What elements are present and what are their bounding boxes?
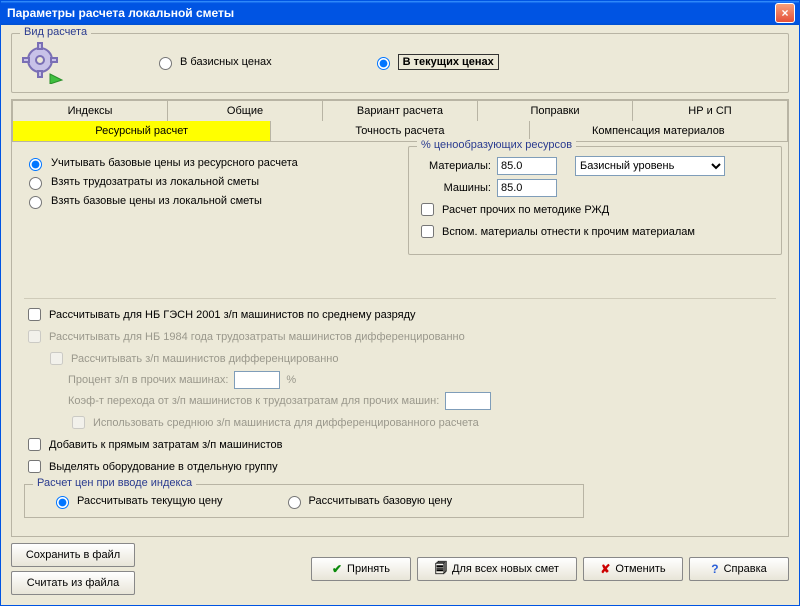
check-gesn2001-label: Рассчитывать для НБ ГЭСН 2001 з/п машини… bbox=[49, 309, 416, 321]
check-nb1984: Рассчитывать для НБ 1984 года трудозатра… bbox=[24, 327, 776, 346]
check-icon: ✔ bbox=[332, 562, 342, 576]
window-title: Параметры расчета локальной сметы bbox=[7, 6, 775, 20]
radio-base-from-estimate-input[interactable] bbox=[29, 196, 42, 209]
check-vspom[interactable]: Вспом. материалы отнести к прочим матери… bbox=[417, 222, 773, 241]
tab-compensation[interactable]: Компенсация материалов bbox=[530, 121, 788, 141]
accept-button[interactable]: ✔Принять bbox=[311, 557, 411, 581]
tab-nr-sp[interactable]: НР и СП bbox=[633, 100, 788, 121]
check-nb1984-input bbox=[28, 330, 41, 343]
copy-icon: 🗐 bbox=[435, 559, 447, 580]
check-gesn2001[interactable]: Рассчитывать для НБ ГЭСН 2001 з/п машини… bbox=[24, 305, 776, 324]
dialog-window: Параметры расчета локальной сметы × Вид … bbox=[0, 0, 800, 606]
radio-basic-input[interactable] bbox=[159, 57, 172, 70]
check-vspom-label: Вспом. материалы отнести к прочим матери… bbox=[442, 226, 695, 238]
check-separate-equipment-label: Выделять оборудование в отдельную группу bbox=[49, 461, 278, 473]
machines-label: Машины: bbox=[417, 182, 491, 194]
price-index-legend: Расчет цен при вводе индекса bbox=[33, 477, 196, 489]
radio-base-from-estimate[interactable]: Взять базовые цены из локальной сметы bbox=[24, 193, 404, 209]
check-diff-zp-label: Рассчитывать з/п машинистов дифференциро… bbox=[71, 353, 339, 365]
radio-basic-label: В базисных ценах bbox=[180, 56, 272, 68]
base-price-radios: Учитывать базовые цены из ресурсного рас… bbox=[24, 155, 404, 209]
radio-current-input[interactable] bbox=[377, 57, 390, 70]
radio-base-from-resource-input[interactable] bbox=[29, 158, 42, 171]
radio-labor-from-estimate-label: Взять трудозатраты из локальной сметы bbox=[51, 176, 259, 188]
materials-label: Материалы: bbox=[417, 160, 491, 172]
tab-row-1: Индексы Общие Вариант расчета Поправки Н… bbox=[12, 100, 788, 121]
gear-icon bbox=[20, 40, 64, 84]
tab-resource-calc[interactable]: Ресурсный расчет bbox=[12, 121, 271, 141]
radio-basic-prices[interactable]: В базисных ценах bbox=[154, 54, 272, 70]
cross-icon: ✘ bbox=[600, 562, 610, 576]
check-rzhd[interactable]: Расчет прочих по методике РЖД bbox=[417, 200, 773, 219]
file-buttons: Сохранить в файл Считать из файла bbox=[11, 543, 135, 595]
radio-calc-base[interactable]: Рассчитывать базовую цену bbox=[283, 493, 453, 509]
check-avg-zp-label: Использовать среднюю з/п машиниста для д… bbox=[93, 417, 479, 429]
radio-calc-base-input[interactable] bbox=[288, 496, 301, 509]
check-diff-zp: Рассчитывать з/п машинистов дифференциро… bbox=[46, 349, 776, 368]
pct-legend: % ценообразующих ресурсов bbox=[417, 139, 576, 151]
radio-base-from-resource[interactable]: Учитывать базовые цены из ресурсного рас… bbox=[24, 155, 404, 171]
check-nb1984-label: Рассчитывать для НБ 1984 года трудозатра… bbox=[49, 331, 465, 343]
radio-calc-current[interactable]: Рассчитывать текущую цену bbox=[51, 493, 223, 509]
check-diff-zp-input bbox=[50, 352, 63, 365]
radio-calc-current-label: Рассчитывать текущую цену bbox=[77, 495, 223, 507]
check-add-direct[interactable]: Добавить к прямым затратам з/п машинисто… bbox=[24, 435, 776, 454]
check-avg-zp: Использовать среднюю з/п машиниста для д… bbox=[68, 413, 776, 432]
coef-label: Коэф-т перехода от з/п машинистов к труд… bbox=[68, 395, 439, 407]
calc-type-group: Вид расчета В базисных ц bbox=[11, 33, 789, 93]
radio-calc-base-label: Рассчитывать базовую цену bbox=[309, 495, 453, 507]
level-select[interactable]: Базисный уровень bbox=[575, 156, 725, 176]
diff-subgroup: Рассчитывать з/п машинистов дифференциро… bbox=[46, 349, 776, 432]
coef-input bbox=[445, 392, 491, 410]
tab-variant[interactable]: Вариант расчета bbox=[323, 100, 478, 121]
tab-common[interactable]: Общие bbox=[168, 100, 323, 121]
close-icon[interactable]: × bbox=[775, 3, 795, 23]
all-new-button[interactable]: 🗐Для всех новых смет bbox=[417, 557, 577, 581]
materials-input[interactable] bbox=[497, 157, 557, 175]
titlebar: Параметры расчета локальной сметы × bbox=[1, 1, 799, 25]
pct-resources-box: % ценообразующих ресурсов Материалы: Баз… bbox=[408, 146, 782, 255]
calc-type-radios: В базисных ценах В текущих ценах bbox=[74, 54, 780, 70]
help-button[interactable]: ?Справка bbox=[689, 557, 789, 581]
separator bbox=[24, 298, 776, 299]
check-vspom-input[interactable] bbox=[421, 225, 434, 238]
check-separate-equipment[interactable]: Выделять оборудование в отдельную группу bbox=[24, 457, 776, 476]
tab-corrections[interactable]: Поправки bbox=[478, 100, 633, 121]
help-icon: ? bbox=[711, 562, 718, 576]
save-file-button[interactable]: Сохранить в файл bbox=[11, 543, 135, 567]
check-separate-equipment-input[interactable] bbox=[28, 460, 41, 473]
pct-zp-input bbox=[234, 371, 280, 389]
button-bar: Сохранить в файл Считать из файла ✔Приня… bbox=[11, 543, 789, 595]
tab-panel-resource: Учитывать базовые цены из ресурсного рас… bbox=[12, 141, 788, 536]
check-gesn2001-input[interactable] bbox=[28, 308, 41, 321]
machines-input[interactable] bbox=[497, 179, 557, 197]
radio-current-prices[interactable]: В текущих ценах bbox=[372, 54, 499, 70]
radio-labor-from-estimate-input[interactable] bbox=[29, 177, 42, 190]
check-add-direct-label: Добавить к прямым затратам з/п машинисто… bbox=[49, 439, 283, 451]
read-file-button[interactable]: Считать из файла bbox=[11, 571, 135, 595]
radio-current-label: В текущих ценах bbox=[398, 54, 499, 70]
check-avg-zp-input bbox=[72, 416, 85, 429]
calc-type-legend: Вид расчета bbox=[20, 26, 91, 38]
radio-calc-current-input[interactable] bbox=[56, 496, 69, 509]
check-rzhd-input[interactable] bbox=[421, 203, 434, 216]
radio-base-from-estimate-label: Взять базовые цены из локальной сметы bbox=[51, 195, 262, 207]
cancel-button[interactable]: ✘Отменить bbox=[583, 557, 683, 581]
price-index-group: Расчет цен при вводе индекса Рассчитыват… bbox=[24, 484, 584, 518]
tab-row-2: Ресурсный расчет Точность расчета Компен… bbox=[12, 121, 788, 141]
client-area: Вид расчета В базисных ц bbox=[1, 25, 799, 605]
check-add-direct-input[interactable] bbox=[28, 438, 41, 451]
radio-base-from-resource-label: Учитывать базовые цены из ресурсного рас… bbox=[51, 157, 298, 169]
tab-precision[interactable]: Точность расчета bbox=[271, 121, 529, 141]
tab-indexes[interactable]: Индексы bbox=[12, 100, 168, 121]
pct-suffix: % bbox=[286, 374, 296, 386]
check-rzhd-label: Расчет прочих по методике РЖД bbox=[442, 204, 609, 216]
pct-zp-label: Процент з/п в прочих машинах: bbox=[68, 374, 228, 386]
tab-control: Индексы Общие Вариант расчета Поправки Н… bbox=[11, 99, 789, 537]
radio-labor-from-estimate[interactable]: Взять трудозатраты из локальной сметы bbox=[24, 174, 404, 190]
